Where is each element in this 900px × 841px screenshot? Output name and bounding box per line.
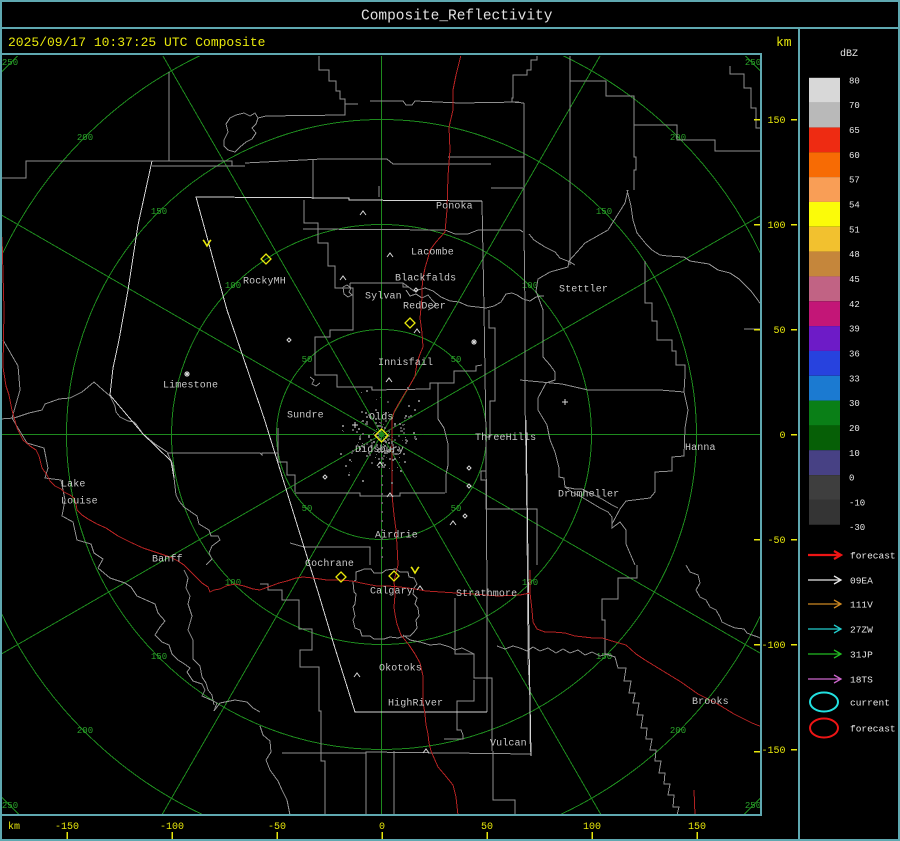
svg-text:18TS: 18TS: [850, 675, 873, 686]
svg-text:51: 51: [849, 225, 860, 235]
svg-text:HighRiver: HighRiver: [388, 698, 443, 710]
svg-text:-150: -150: [55, 822, 79, 833]
svg-text:150: 150: [596, 652, 612, 662]
svg-text:Airdrie: Airdrie: [375, 530, 418, 542]
svg-text:50: 50: [451, 355, 462, 365]
svg-text:0: 0: [849, 474, 854, 484]
svg-text:ThreeHills: ThreeHills: [475, 432, 536, 444]
svg-text:RockyMH: RockyMH: [243, 276, 286, 288]
svg-text:Drumheller: Drumheller: [558, 489, 619, 501]
svg-text:Banff: Banff: [152, 554, 183, 566]
svg-text:50: 50: [773, 326, 785, 337]
svg-text:150: 150: [767, 116, 785, 127]
svg-text:150: 150: [151, 207, 167, 217]
svg-text:111V: 111V: [850, 600, 873, 611]
svg-text:45: 45: [849, 275, 860, 285]
svg-text:57: 57: [849, 176, 860, 186]
svg-text:Didsbury: Didsbury: [355, 444, 404, 456]
svg-text:50: 50: [481, 822, 493, 833]
svg-text:70: 70: [849, 101, 860, 111]
svg-text:forecast: forecast: [850, 551, 896, 562]
svg-text:2025/09/17 10:37:25 UTC Compos: 2025/09/17 10:37:25 UTC Composite: [8, 35, 265, 50]
svg-text:27ZW: 27ZW: [850, 625, 873, 636]
svg-text:Ponoka: Ponoka: [436, 201, 473, 213]
svg-text:km: km: [8, 821, 20, 833]
svg-text:150: 150: [596, 207, 612, 217]
svg-text:Louise: Louise: [61, 496, 98, 508]
svg-text:Strathmore: Strathmore: [456, 588, 517, 600]
svg-text:50: 50: [302, 355, 313, 365]
svg-text:150: 150: [688, 822, 706, 833]
svg-text:100: 100: [225, 281, 241, 291]
svg-text:Vulcan: Vulcan: [490, 738, 527, 750]
svg-text:65: 65: [849, 126, 860, 136]
svg-text:50: 50: [302, 504, 313, 514]
svg-text:80: 80: [849, 76, 860, 86]
svg-text:Lake: Lake: [61, 479, 85, 491]
svg-text:Stettler: Stettler: [559, 284, 608, 296]
svg-text:Innisfail: Innisfail: [378, 357, 433, 369]
svg-text:50: 50: [451, 504, 462, 514]
svg-text:Calgary: Calgary: [370, 586, 413, 598]
svg-text:-50: -50: [268, 822, 286, 833]
svg-text:Sundre: Sundre: [287, 410, 324, 422]
svg-text:250: 250: [745, 58, 761, 68]
svg-text:100: 100: [583, 822, 601, 833]
svg-text:30: 30: [849, 399, 860, 409]
svg-text:Hanna: Hanna: [685, 443, 716, 454]
svg-text:Sylvan: Sylvan: [365, 291, 402, 303]
svg-text:20: 20: [849, 424, 860, 434]
svg-text:0: 0: [779, 431, 785, 442]
svg-text:Blackfalds: Blackfalds: [395, 273, 456, 285]
svg-text:Composite_Reflectivity: Composite_Reflectivity: [361, 9, 553, 25]
svg-text:33: 33: [849, 374, 860, 384]
svg-text:48: 48: [849, 250, 860, 260]
svg-text:09EA: 09EA: [850, 576, 873, 587]
svg-text:-100: -100: [160, 822, 184, 833]
svg-text:-10: -10: [849, 498, 865, 508]
svg-text:250: 250: [2, 801, 18, 811]
svg-text:100: 100: [225, 578, 241, 588]
svg-text:150: 150: [151, 652, 167, 662]
svg-text:current: current: [850, 698, 890, 709]
svg-text:31JP: 31JP: [850, 650, 873, 661]
svg-text:km: km: [776, 35, 792, 50]
svg-text:200: 200: [77, 726, 93, 736]
svg-text:60: 60: [849, 151, 860, 161]
svg-text:-30: -30: [849, 523, 865, 533]
svg-text:Brooks: Brooks: [692, 696, 729, 708]
svg-text:-150: -150: [761, 746, 785, 757]
svg-text:250: 250: [2, 58, 18, 68]
svg-text:RedDeer: RedDeer: [403, 301, 446, 313]
svg-text:200: 200: [670, 726, 686, 736]
svg-text:Limestone: Limestone: [163, 380, 218, 392]
svg-text:Okotoks: Okotoks: [379, 663, 422, 675]
svg-text:200: 200: [77, 133, 93, 143]
svg-text:54: 54: [849, 200, 860, 210]
svg-text:39: 39: [849, 325, 860, 335]
svg-text:10: 10: [849, 449, 860, 459]
svg-text:0: 0: [379, 822, 385, 833]
svg-text:-50: -50: [767, 536, 785, 547]
svg-text:200: 200: [670, 133, 686, 143]
svg-text:100: 100: [767, 221, 785, 232]
svg-text:250: 250: [745, 801, 761, 811]
svg-text:forecast: forecast: [850, 724, 896, 735]
svg-text:36: 36: [849, 349, 860, 359]
svg-text:42: 42: [849, 300, 860, 310]
svg-text:dBZ: dBZ: [840, 48, 858, 60]
svg-text:Cochrane: Cochrane: [305, 558, 354, 570]
svg-text:-100: -100: [761, 641, 785, 652]
svg-text:Lacombe: Lacombe: [411, 247, 454, 259]
svg-text:Olds: Olds: [369, 412, 393, 424]
